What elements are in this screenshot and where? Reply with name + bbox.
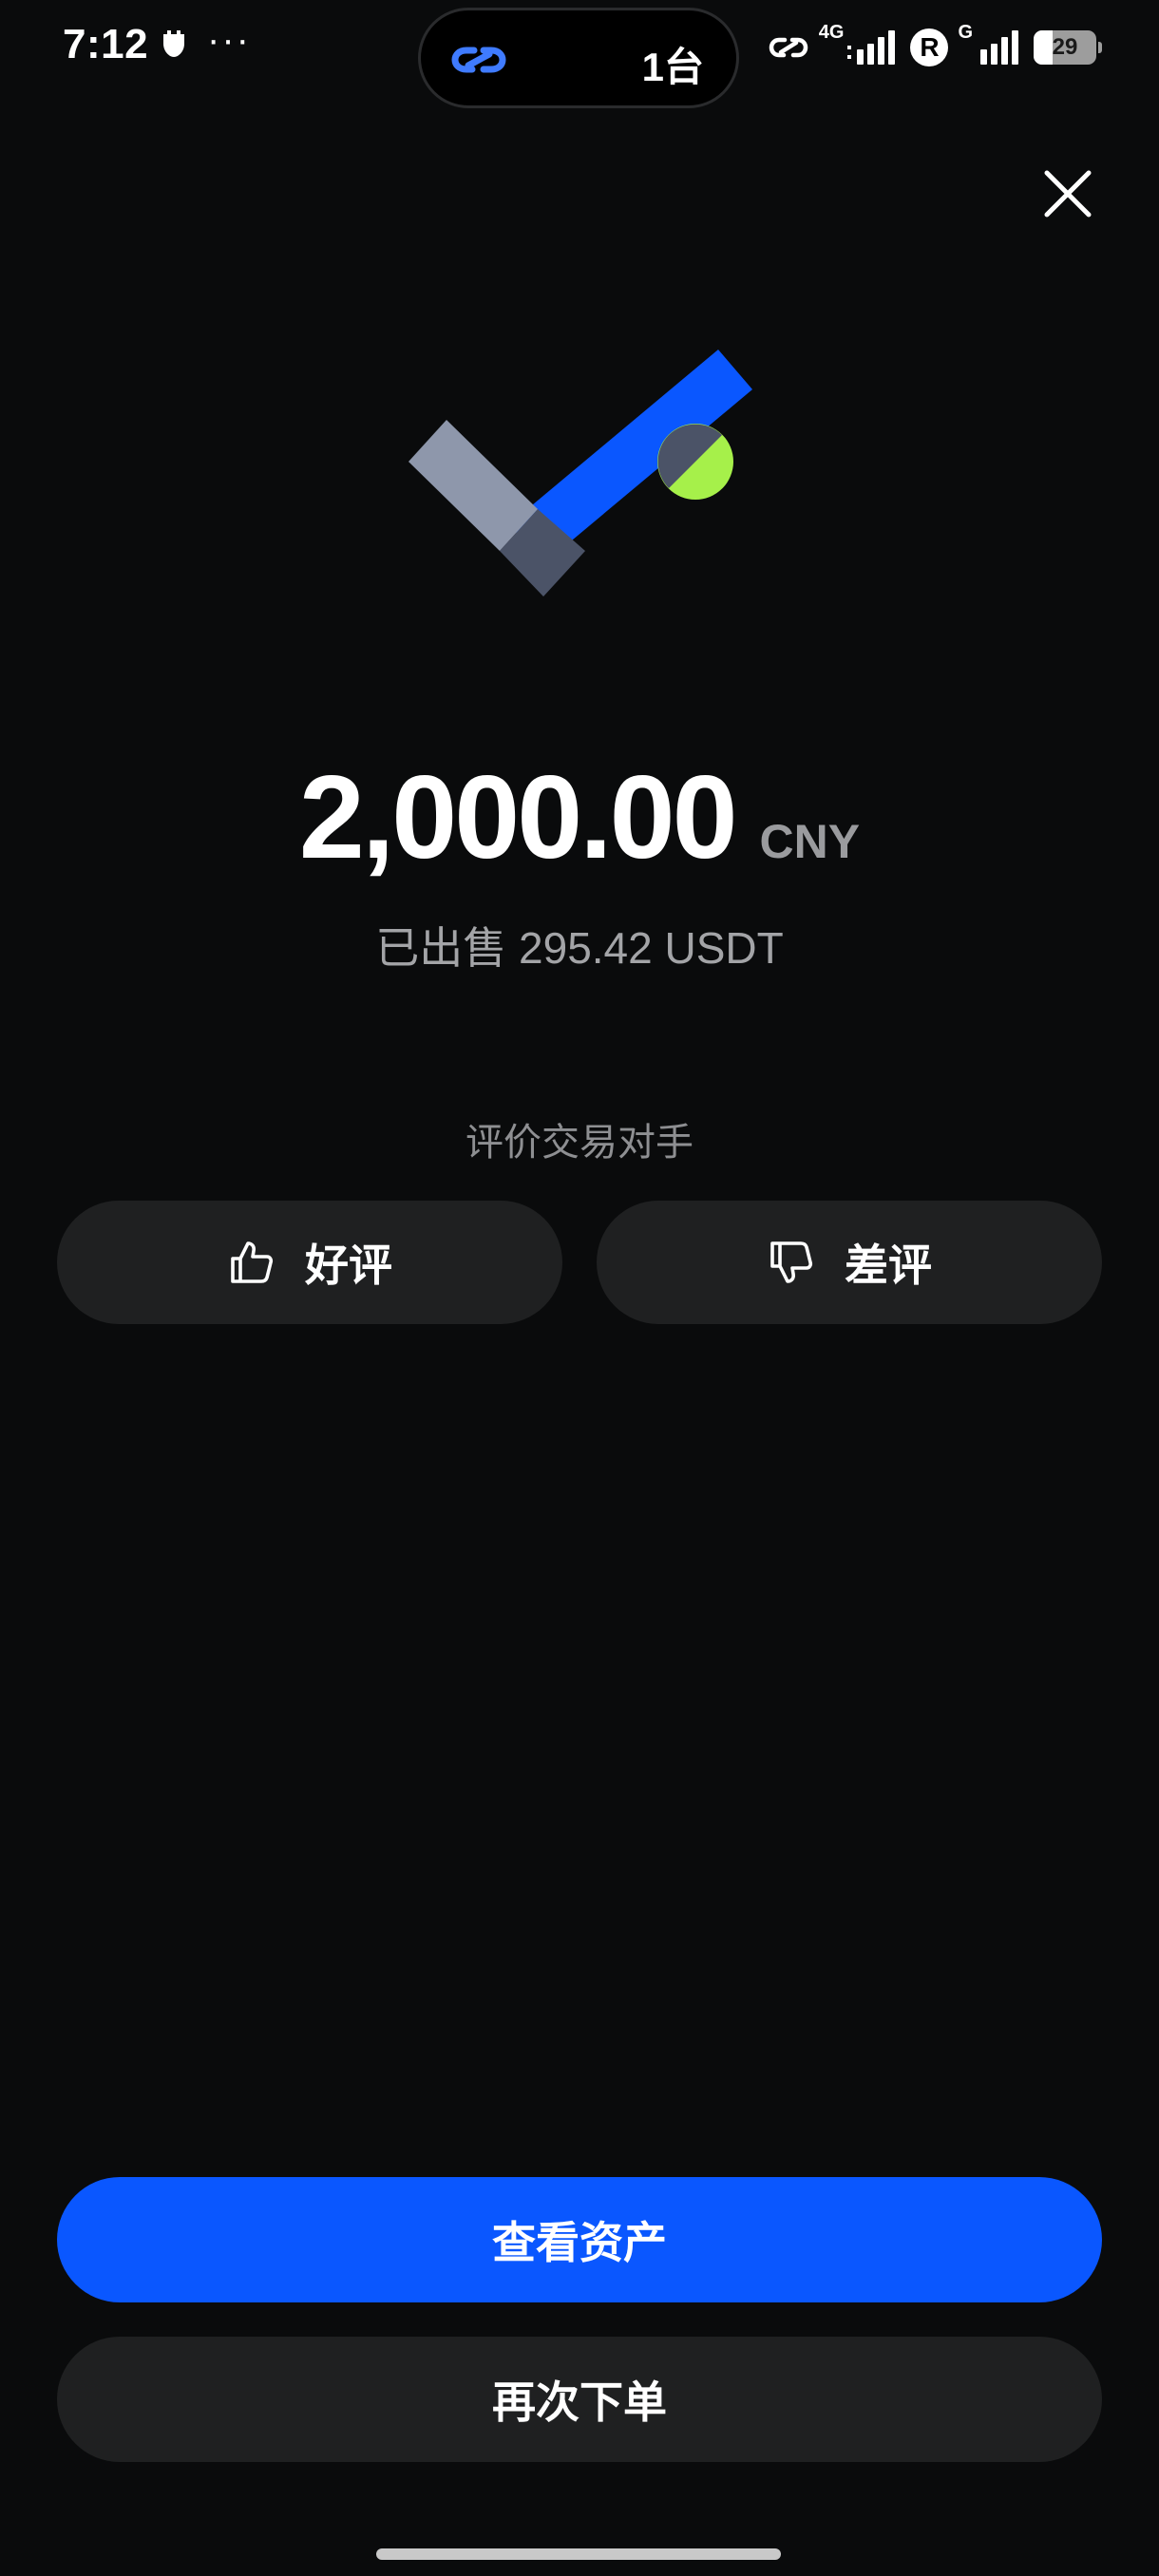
thumbs-down-icon bbox=[770, 1241, 813, 1283]
close-icon[interactable] bbox=[1037, 163, 1098, 224]
amount-value: 2,000.00 bbox=[298, 752, 738, 883]
amount-row: 2,000.00 CNY bbox=[0, 750, 1159, 885]
reorder-button[interactable]: 再次下单 bbox=[57, 2337, 1102, 2462]
network-g-label: G bbox=[958, 22, 973, 43]
status-time: 7:12 bbox=[63, 21, 149, 67]
good-rating-label: 好评 bbox=[305, 1241, 392, 1290]
signal-icon-2 bbox=[980, 30, 1018, 65]
battery-percent: 29 bbox=[1052, 34, 1078, 60]
amount-currency: CNY bbox=[759, 815, 861, 868]
dynamic-island[interactable]: 1台 bbox=[418, 8, 739, 108]
success-check-icon bbox=[408, 350, 752, 597]
battery-level bbox=[1034, 30, 1053, 65]
signal-icon bbox=[847, 30, 896, 65]
view-assets-button[interactable]: 查看资产 bbox=[57, 2177, 1102, 2302]
status-indicators: 4G R G 29 bbox=[768, 21, 1102, 74]
battery-icon: 29 bbox=[1034, 30, 1102, 65]
status-bar: 7:12 ··· 1台 4G R G 29 bbox=[0, 0, 1159, 108]
island-count-text: 1台 bbox=[641, 45, 704, 89]
network-4g-label: 4G bbox=[818, 22, 845, 43]
bad-rating-label: 差评 bbox=[845, 1241, 932, 1290]
link-status-icon bbox=[769, 37, 808, 58]
app-notification-icon bbox=[163, 30, 184, 57]
home-indicator[interactable] bbox=[376, 2548, 781, 2560]
roaming-icon: R bbox=[910, 28, 949, 66]
bad-rating-button[interactable]: 差评 bbox=[597, 1201, 1102, 1324]
more-notifications-icon: ··· bbox=[207, 19, 251, 61]
good-rating-button[interactable]: 好评 bbox=[57, 1201, 562, 1324]
rating-title: 评价交易对手 bbox=[466, 1122, 694, 1164]
thumbs-up-icon bbox=[231, 1241, 274, 1283]
link-icon bbox=[451, 47, 506, 73]
sold-amount-text: 已出售 295.42 USDT bbox=[375, 923, 784, 973]
